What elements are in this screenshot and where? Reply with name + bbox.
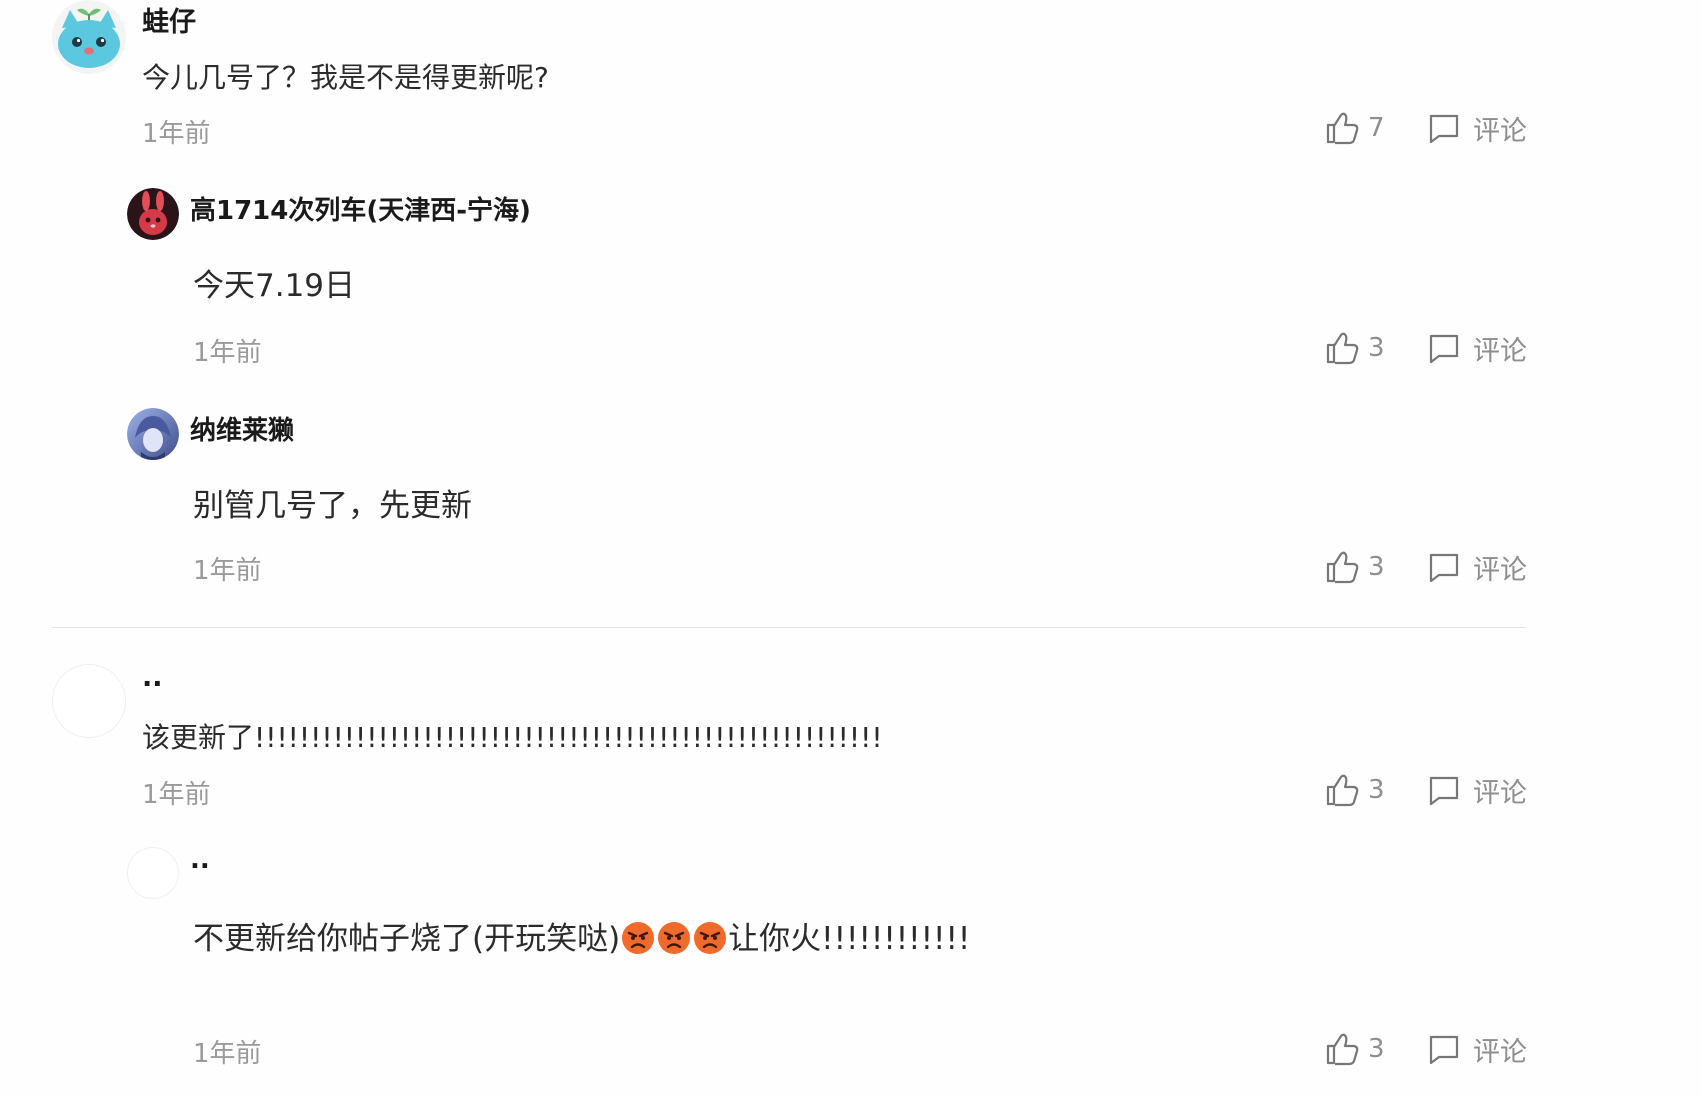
comment-button[interactable]: 评论 (1427, 108, 1527, 148)
thumbs-up-icon (1326, 332, 1359, 365)
like-button[interactable]: 3 (1324, 770, 1385, 810)
thumbs-up-icon (1326, 1033, 1359, 1066)
comment-thread: 蛙仔 今儿几号了？我是不是得更新呢? 1年前 7 评论 高1714次列车(天津西… (0, 0, 1702, 1097)
avatar[interactable] (52, 664, 126, 738)
like-button[interactable]: 7 (1324, 108, 1385, 148)
comment-label: 评论 (1473, 554, 1527, 586)
username[interactable]: .. (190, 845, 210, 875)
comment-bubble-icon (1429, 114, 1459, 144)
anime-character-avatar-icon (127, 408, 179, 460)
timestamp: 1年前 (193, 338, 262, 368)
comment-label: 评论 (1473, 777, 1527, 809)
divider (52, 627, 1526, 628)
like-count: 7 (1368, 113, 1385, 143)
comment-button[interactable]: 评论 (1427, 547, 1527, 587)
comment-bubble-icon (1429, 553, 1459, 583)
like-button[interactable]: 3 (1324, 547, 1385, 587)
comment-button[interactable]: 评论 (1427, 328, 1527, 368)
avatar[interactable] (127, 188, 179, 240)
thumbs-up-icon (1326, 774, 1359, 807)
comment-text: 今天7.19日 (193, 268, 356, 304)
username[interactable]: .. (142, 662, 163, 693)
avatar[interactable] (127, 847, 179, 899)
timestamp: 1年前 (142, 119, 211, 149)
comment-bubble-icon (1429, 1035, 1459, 1065)
avatar[interactable] (52, 0, 126, 74)
comment-text: 不更新给你帖子烧了(开玩笑哒) 让你火!!!!!!!!!!!! (193, 913, 970, 958)
angry-face-emoji-icon (622, 922, 655, 954)
like-button[interactable]: 3 (1324, 328, 1385, 368)
timestamp: 1年前 (193, 1039, 262, 1069)
angry-face-emoji-icon (694, 922, 727, 954)
comment-text: 该更新了!!!!!!!!!!!!!!!!!!!!!!!!!!!!!!!!!!!!… (142, 721, 883, 754)
comment-label: 评论 (1473, 1036, 1527, 1068)
username[interactable]: 纳维莱獭 (190, 410, 294, 447)
like-count: 3 (1368, 333, 1385, 363)
comment-text-after-emoji: 让你火!!!!!!!!!!!! (728, 921, 971, 957)
username[interactable]: 高1714次列车(天津西-宁海) (190, 190, 531, 227)
rabbit-avatar-icon (127, 188, 179, 240)
comment-text: 别管几号了，先更新 (193, 488, 472, 524)
comment-button[interactable]: 评论 (1427, 770, 1527, 810)
timestamp: 1年前 (142, 780, 211, 810)
thumbs-up-icon (1326, 551, 1359, 584)
comment-button[interactable]: 评论 (1427, 1029, 1527, 1069)
like-count: 3 (1368, 1034, 1385, 1064)
angry-face-emoji-icon (658, 922, 691, 954)
comment-text-before-emoji: 不更新给你帖子烧了(开玩笑哒) (193, 921, 621, 957)
comment-label: 评论 (1473, 115, 1527, 147)
cat-avatar-icon (52, 0, 126, 74)
like-count: 3 (1368, 775, 1385, 805)
like-count: 3 (1368, 552, 1385, 582)
timestamp: 1年前 (193, 556, 262, 586)
like-button[interactable]: 3 (1324, 1029, 1385, 1069)
comment-bubble-icon (1429, 776, 1459, 806)
username[interactable]: 蛙仔 (142, 0, 196, 39)
thumbs-up-icon (1326, 112, 1359, 145)
comment-label: 评论 (1473, 335, 1527, 367)
avatar[interactable] (127, 408, 179, 460)
comment-bubble-icon (1429, 334, 1459, 364)
comment-text: 今儿几号了？我是不是得更新呢? (142, 61, 549, 94)
